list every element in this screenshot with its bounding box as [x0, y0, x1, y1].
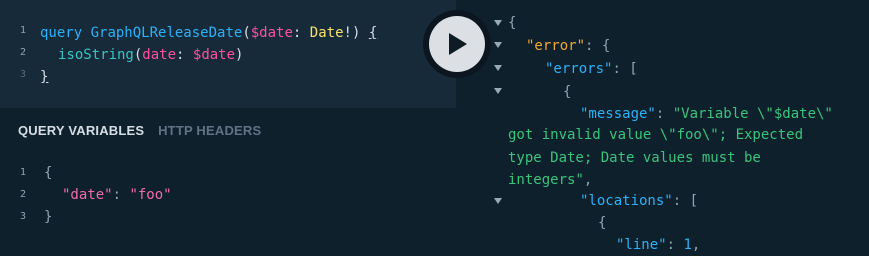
- response-line: type Date; Date values must be: [508, 147, 761, 169]
- line-number: 3: [19, 211, 26, 222]
- line-number: 3: [19, 69, 26, 80]
- query-line-2: isoString(date: $date): [58, 44, 243, 66]
- operation-name: GraphQLReleaseDate: [90, 25, 243, 41]
- error-key: "error": [526, 38, 586, 54]
- punct: : {: [585, 38, 611, 54]
- tab-query-variables[interactable]: QUERY VARIABLES: [18, 123, 144, 138]
- type-name: Date: [309, 25, 344, 41]
- line-key: "line": [616, 237, 667, 253]
- line-number: 1: [19, 167, 26, 178]
- argument-name: date: [142, 47, 177, 63]
- left-pane: 1 2 3 query GraphQLReleaseDate($date: Da…: [0, 0, 456, 256]
- brace: }: [44, 209, 53, 225]
- colon: :: [292, 25, 302, 41]
- variables-line-2: "date": "foo": [62, 184, 172, 206]
- response-line: got invalid value \"foo\"; Expected: [508, 124, 803, 146]
- execute-query-button-face[interactable]: [429, 16, 485, 72]
- triangle-down-icon[interactable]: [493, 63, 503, 73]
- play-icon: [449, 33, 467, 55]
- paren: ): [235, 47, 244, 63]
- line-value: 1: [683, 237, 692, 253]
- response-line: "message": "Variable \"$date\": [580, 103, 833, 125]
- brace: {: [598, 215, 607, 231]
- brace: }: [40, 69, 49, 85]
- message-value: type Date; Date values must be: [508, 150, 761, 166]
- punct: : [: [672, 193, 699, 209]
- response-pane: { "error": { "errors": [ { "message": "V…: [456, 0, 869, 256]
- query-editor[interactable]: 1 2 3 query GraphQLReleaseDate($date: Da…: [0, 0, 456, 108]
- field-name: isoString: [58, 47, 134, 63]
- response-line: integers",: [508, 169, 592, 191]
- brace: {: [44, 165, 53, 181]
- triangle-down-icon[interactable]: [493, 18, 503, 28]
- locations-key: "locations": [580, 193, 673, 209]
- colon: :: [112, 187, 122, 203]
- query-line-3: }: [40, 66, 48, 88]
- variable: $date: [192, 47, 236, 63]
- punct: : [: [612, 61, 638, 77]
- colon: :: [655, 106, 673, 122]
- variables-tabs: QUERY VARIABLES HTTP HEADERS: [18, 122, 261, 140]
- line-number: 1: [19, 25, 26, 36]
- response-line: {: [598, 212, 606, 234]
- line-number: 2: [19, 189, 26, 200]
- message-value: integers": [508, 172, 584, 188]
- variable: $date: [250, 25, 293, 41]
- line-number: 2: [19, 47, 26, 58]
- response-line: "line": 1,: [616, 234, 700, 256]
- colon: :: [176, 47, 185, 63]
- errors-key: "errors": [545, 61, 613, 77]
- paren: (: [242, 25, 251, 41]
- variables-line-3: }: [44, 206, 52, 228]
- variable-value: "foo": [129, 187, 172, 203]
- response-line: "error": {: [526, 35, 610, 57]
- brace: {: [563, 84, 572, 100]
- response-line: {: [508, 12, 516, 34]
- execute-query-button[interactable]: [423, 10, 491, 78]
- brace: {: [508, 15, 517, 31]
- keyword: query: [40, 25, 83, 41]
- colon: :: [666, 237, 684, 253]
- brace: {: [368, 25, 378, 41]
- triangle-down-icon[interactable]: [493, 196, 503, 206]
- triangle-down-icon[interactable]: [493, 86, 503, 96]
- response-line: "locations": [: [580, 190, 698, 212]
- message-value: got invalid value \"foo\"; Expected: [508, 127, 804, 143]
- bang: !: [343, 25, 352, 41]
- punct: ,: [691, 237, 701, 253]
- tab-http-headers[interactable]: HTTP HEADERS: [158, 123, 261, 138]
- response-line: {: [563, 81, 571, 103]
- variable-key: "date": [62, 187, 113, 203]
- punct: ,: [583, 172, 593, 188]
- query-line-1: query GraphQLReleaseDate($date: Date!) {: [40, 22, 377, 44]
- variables-line-1: {: [44, 162, 52, 184]
- paren: ): [351, 25, 361, 41]
- response-line: "errors": [: [545, 58, 638, 80]
- message-value: "Variable \"$date\": [672, 106, 833, 122]
- variables-editor[interactable]: 1 2 3 { "date": "foo" }: [0, 160, 456, 240]
- triangle-down-icon[interactable]: [493, 40, 503, 50]
- message-key: "message": [580, 106, 656, 122]
